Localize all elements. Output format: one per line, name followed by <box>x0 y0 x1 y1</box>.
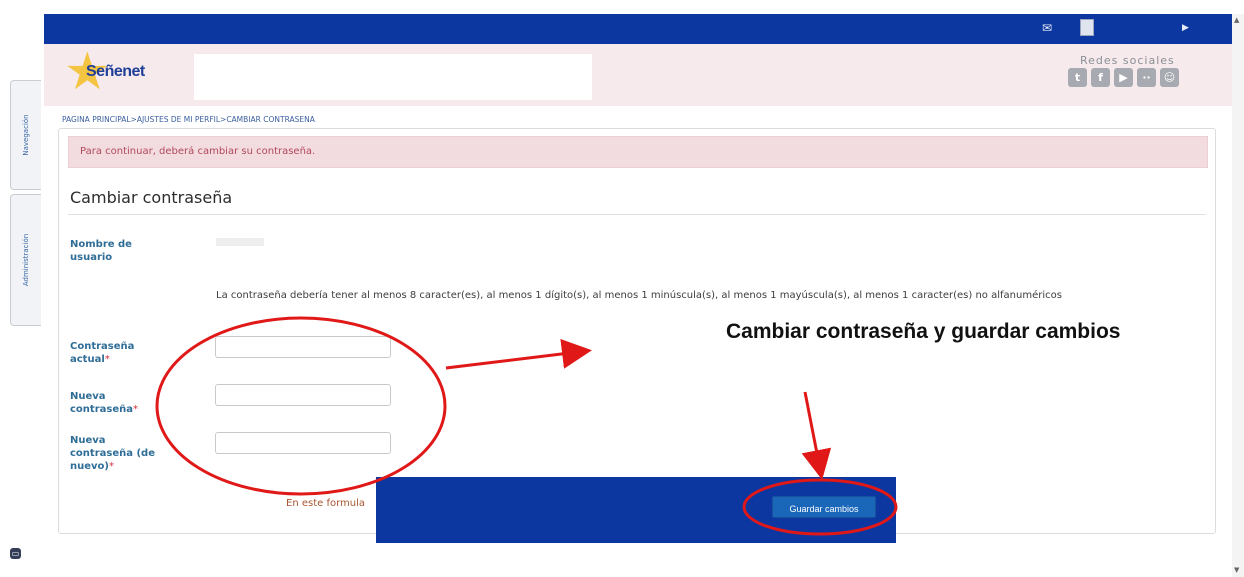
annotation-ellipse-button <box>742 478 898 536</box>
annotation-arrow-right <box>445 339 592 370</box>
annotation-arrow-down <box>801 391 832 480</box>
annotation-overlay <box>155 316 898 536</box>
annotation-ellipse-fields <box>155 316 447 496</box>
app-window: ✉ ▶ Navegación Administración ▭ ▲ ▼ ★ Se… <box>0 0 1244 577</box>
